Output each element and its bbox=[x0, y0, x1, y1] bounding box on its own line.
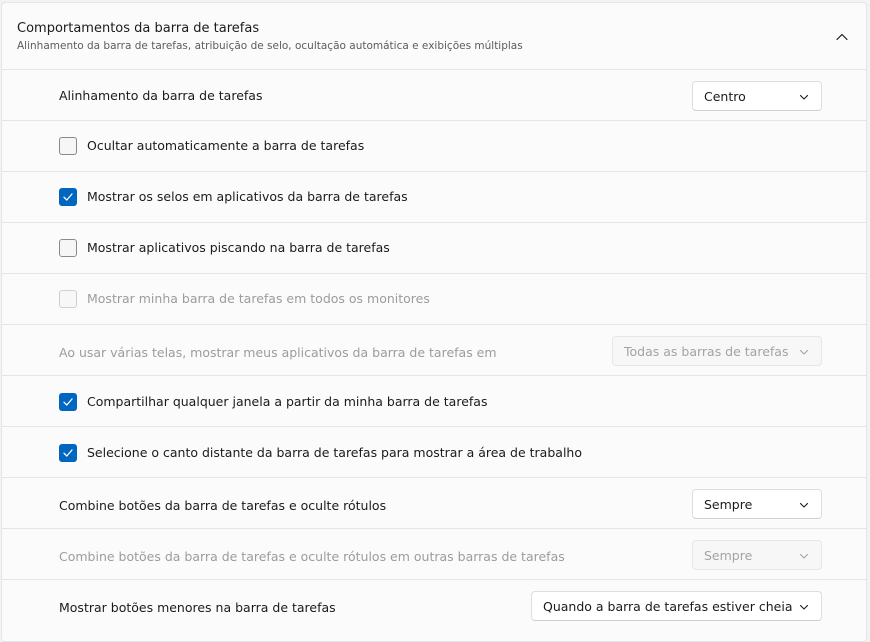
share-window-label: Compartilhar qualquer janela a partir da… bbox=[87, 394, 488, 409]
flashing-label: Mostrar aplicativos piscando na barra de… bbox=[87, 240, 390, 255]
multi-display-dropdown[interactable]: Todas as barras de tarefas bbox=[612, 336, 822, 366]
flashing-checkbox[interactable] bbox=[59, 239, 77, 257]
checkmark-icon bbox=[63, 398, 73, 406]
combine-buttons-dropdown[interactable]: Sempre bbox=[692, 489, 822, 519]
alignment-dropdown[interactable]: Centro bbox=[692, 81, 822, 111]
setting-row-auto-hide: Ocultar automaticamente a barra de taref… bbox=[2, 121, 866, 172]
setting-row-flashing: Mostrar aplicativos piscando na barra de… bbox=[2, 223, 866, 274]
badges-checkbox[interactable] bbox=[59, 188, 77, 206]
section-title: Comportamentos da barra de tarefas bbox=[17, 21, 260, 36]
setting-row-multi-display: Ao usar várias telas, mostrar meus aplic… bbox=[2, 325, 866, 376]
badges-label: Mostrar os selos em aplicativos da barra… bbox=[87, 189, 408, 204]
combine-other-label: Combine botões da barra de tarefas e ocu… bbox=[59, 549, 565, 564]
checkmark-icon bbox=[63, 449, 73, 457]
chevron-down-icon bbox=[799, 349, 809, 355]
chevron-down-icon bbox=[799, 553, 809, 559]
multi-display-value: Todas as barras de tarefas bbox=[624, 344, 789, 359]
alignment-value: Centro bbox=[704, 89, 746, 104]
chevron-down-icon bbox=[799, 94, 809, 100]
combine-other-dropdown[interactable]: Sempre bbox=[692, 540, 822, 570]
alignment-label: Alinhamento da barra de tarefas bbox=[59, 88, 263, 103]
all-monitors-checkbox[interactable] bbox=[59, 290, 77, 308]
auto-hide-checkbox[interactable] bbox=[59, 137, 77, 155]
smaller-buttons-value: Quando a barra de tarefas estiver cheia bbox=[543, 599, 793, 614]
chevron-up-icon bbox=[836, 33, 848, 41]
multi-display-label: Ao usar várias telas, mostrar meus aplic… bbox=[59, 345, 497, 360]
setting-row-badges: Mostrar os selos em aplicativos da barra… bbox=[2, 172, 866, 223]
combine-buttons-label: Combine botões da barra de tarefas e ocu… bbox=[59, 498, 387, 513]
auto-hide-label: Ocultar automaticamente a barra de taref… bbox=[87, 138, 365, 153]
chevron-down-icon bbox=[799, 604, 809, 610]
far-corner-checkbox[interactable] bbox=[59, 444, 77, 462]
taskbar-behaviors-panel: Comportamentos da barra de tarefas Alinh… bbox=[1, 2, 867, 642]
combine-buttons-value: Sempre bbox=[704, 497, 753, 512]
section-header[interactable]: Comportamentos da barra de tarefas Alinh… bbox=[2, 3, 866, 70]
combine-other-value: Sempre bbox=[704, 548, 753, 563]
all-monitors-label: Mostrar minha barra de tarefas em todos … bbox=[87, 291, 430, 306]
checkmark-icon bbox=[63, 193, 73, 201]
setting-row-all-monitors: Mostrar minha barra de tarefas em todos … bbox=[2, 274, 866, 325]
collapse-button[interactable] bbox=[830, 25, 854, 49]
section-subtitle: Alinhamento da barra de tarefas, atribui… bbox=[17, 40, 523, 52]
share-window-checkbox[interactable] bbox=[59, 393, 77, 411]
setting-row-combine-buttons: Combine botões da barra de tarefas e ocu… bbox=[2, 478, 866, 529]
setting-row-far-corner: Selecione o canto distante da barra de t… bbox=[2, 427, 866, 478]
smaller-buttons-label: Mostrar botões menores na barra de taref… bbox=[59, 600, 336, 615]
setting-row-smaller-buttons: Mostrar botões menores na barra de taref… bbox=[2, 580, 866, 631]
setting-row-combine-other: Combine botões da barra de tarefas e ocu… bbox=[2, 529, 866, 580]
far-corner-label: Selecione o canto distante da barra de t… bbox=[87, 445, 582, 460]
smaller-buttons-dropdown[interactable]: Quando a barra de tarefas estiver cheia bbox=[531, 591, 822, 621]
chevron-down-icon bbox=[799, 502, 809, 508]
setting-row-alignment: Alinhamento da barra de tarefas Centro bbox=[2, 70, 866, 121]
setting-row-share-window: Compartilhar qualquer janela a partir da… bbox=[2, 376, 866, 427]
